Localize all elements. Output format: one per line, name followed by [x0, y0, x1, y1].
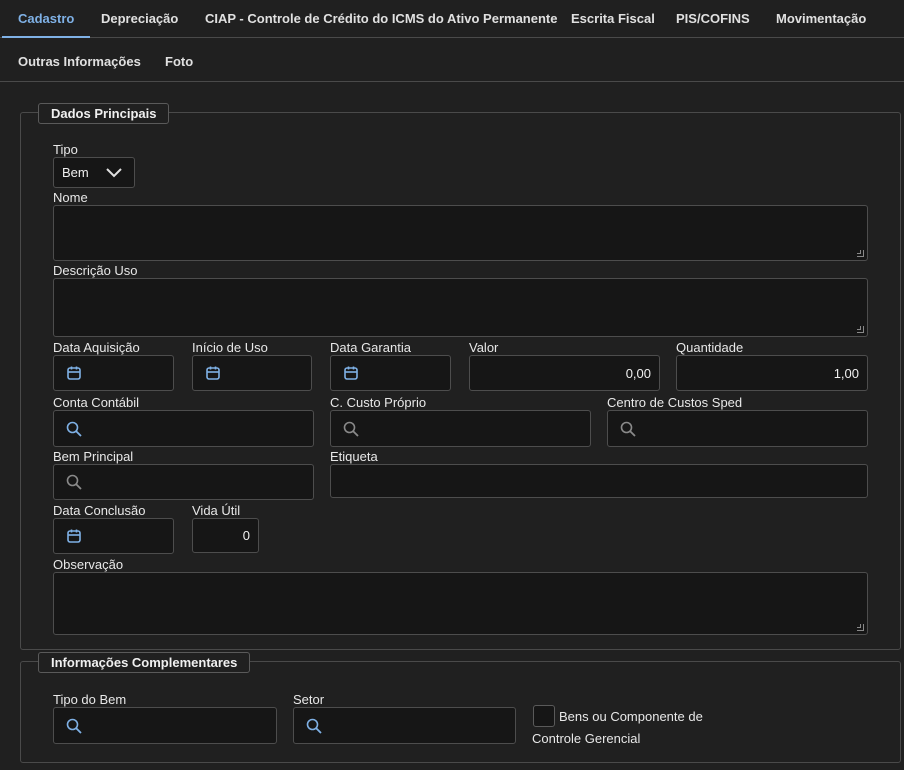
data-conclusao-label: Data Conclusão [53, 503, 146, 518]
vida-util-input[interactable]: 0 [192, 518, 259, 553]
tipo-value: Bem [62, 165, 89, 180]
quantidade-label: Quantidade [676, 340, 744, 355]
calendar-icon[interactable] [343, 365, 359, 381]
data-garantia-label: Data Garantia [330, 340, 411, 355]
tipo-select[interactable]: Bem [53, 157, 135, 188]
search-icon[interactable] [66, 421, 82, 437]
vida-util-label: Vida Útil [192, 503, 241, 518]
setor-label: Setor [293, 692, 325, 707]
search-icon[interactable] [343, 421, 359, 437]
centro-custos-sped-label: Centro de Custos Sped [607, 395, 743, 410]
tab-bar-primary: Cadastro Depreciação CIAP - Controle de … [0, 0, 904, 38]
conta-contabil-label: Conta Contábil [53, 395, 139, 410]
controle-gerencial-checkbox[interactable] [533, 705, 555, 727]
controle-gerencial-label-line2: Controle Gerencial [532, 731, 641, 746]
search-icon[interactable] [66, 474, 82, 490]
calendar-icon[interactable] [66, 528, 82, 544]
info-complementares-legend: Informações Complementares [38, 652, 251, 673]
data-aquisicao-label: Data Aquisição [53, 340, 140, 355]
valor-label: Valor [469, 340, 499, 355]
search-icon[interactable] [620, 421, 636, 437]
calendar-icon[interactable] [66, 365, 82, 381]
tab-movimentacao[interactable]: Movimentação [776, 0, 866, 37]
chevron-down-icon [106, 167, 122, 177]
nome-label: Nome [53, 190, 88, 205]
tipo-bem-input[interactable] [53, 707, 277, 744]
observacao-input[interactable] [53, 572, 868, 635]
inicio-uso-input[interactable] [192, 355, 312, 391]
etiqueta-input[interactable] [330, 464, 868, 498]
data-garantia-input[interactable] [330, 355, 451, 391]
descricao-uso-input[interactable] [53, 278, 868, 337]
tab-cadastro[interactable]: Cadastro [1, 0, 91, 38]
tipo-label: Tipo [53, 142, 78, 157]
search-icon[interactable] [66, 718, 82, 734]
tab-pis-cofins[interactable]: PIS/COFINS [676, 0, 750, 37]
controle-gerencial-label-line1: Bens ou Componente de [559, 709, 703, 724]
c-custo-proprio-input[interactable] [330, 410, 591, 447]
tab-depreciacao[interactable]: Depreciação [101, 0, 178, 37]
quantidade-input[interactable]: 1,00 [676, 355, 868, 391]
tab-ciap[interactable]: CIAP - Controle de Crédito do ICMS do At… [205, 0, 557, 37]
descricao-uso-label: Descrição Uso [53, 263, 138, 278]
bem-principal-label: Bem Principal [53, 449, 134, 464]
resize-grip-icon[interactable] [857, 326, 864, 333]
observacao-label: Observação [53, 557, 124, 572]
inicio-uso-label: Início de Uso [192, 340, 268, 355]
resize-grip-icon[interactable] [857, 624, 864, 631]
c-custo-proprio-label: C. Custo Próprio [330, 395, 427, 410]
tipo-bem-label: Tipo do Bem [53, 692, 127, 707]
setor-input[interactable] [293, 707, 516, 744]
search-icon[interactable] [306, 718, 322, 734]
valor-input[interactable]: 0,00 [469, 355, 660, 391]
tab-escrita-fiscal[interactable]: Escrita Fiscal [571, 0, 655, 37]
tab-outras-informacoes[interactable]: Outras Informações [18, 42, 141, 81]
data-conclusao-input[interactable] [53, 518, 174, 554]
dados-principais-legend: Dados Principais [38, 103, 170, 124]
data-aquisicao-input[interactable] [53, 355, 174, 391]
conta-contabil-input[interactable] [53, 410, 314, 447]
centro-custos-sped-input[interactable] [607, 410, 868, 447]
nome-input[interactable] [53, 205, 868, 261]
bem-principal-input[interactable] [53, 464, 314, 500]
tab-foto[interactable]: Foto [165, 42, 193, 81]
tab-bar-secondary: Outras Informações Foto [0, 42, 904, 82]
resize-grip-icon[interactable] [857, 250, 864, 257]
etiqueta-label: Etiqueta [330, 449, 378, 464]
calendar-icon[interactable] [205, 365, 221, 381]
